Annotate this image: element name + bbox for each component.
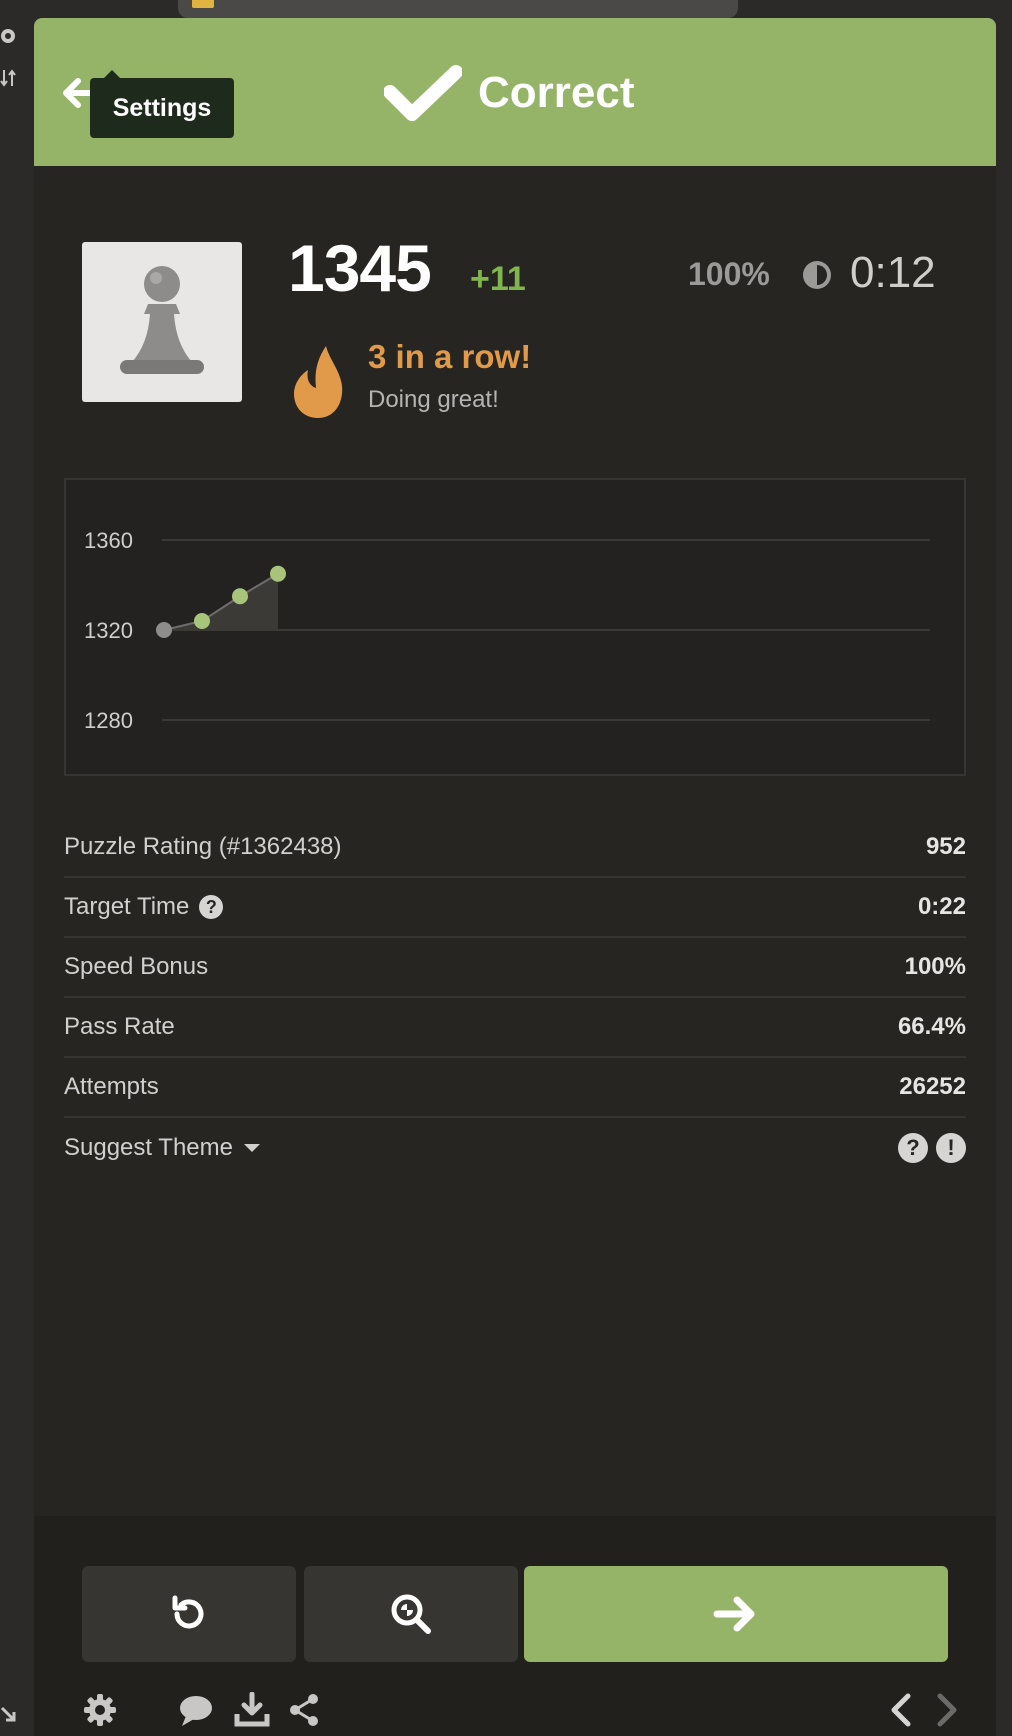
stat-row-target-time: Target Time ? 0:22 (64, 878, 966, 938)
help-icon[interactable]: ? (199, 895, 224, 919)
stat-label-wrap: Target Time ? (64, 893, 224, 921)
accuracy-percent: 100% (688, 256, 770, 292)
stat-value: 100% (904, 953, 966, 980)
pawn-icon (120, 266, 204, 374)
chart-y-tick-label: 1320 (84, 618, 133, 643)
solve-timer: 0:12 (850, 248, 936, 297)
puzzle-stats: Puzzle Rating (#1362438) 952 Target Time… (64, 818, 966, 1178)
suggest-theme-row: Suggest Theme ? ! (64, 1118, 966, 1178)
suggest-theme-dropdown[interactable]: Suggest Theme (64, 1134, 261, 1162)
help-icon[interactable]: ? (898, 1133, 928, 1163)
left-toolbar (0, 0, 34, 1736)
theme-actions: ? ! (898, 1133, 966, 1163)
resize-icon[interactable] (0, 1704, 20, 1728)
action-footer (34, 1516, 996, 1736)
chart-point (232, 588, 248, 605)
stat-row-speed-bonus: Speed Bonus 100% (64, 938, 966, 998)
streak-subtitle: Doing great! (368, 386, 499, 413)
stat-label: Attempts (64, 1073, 159, 1100)
chart-point (156, 622, 172, 638)
next-puzzle-button[interactable] (524, 1566, 948, 1662)
stat-label: Target Time (64, 893, 190, 920)
stat-row-pass-rate: Pass Rate 66.4% (64, 998, 966, 1058)
streak-title: 3 in a row! (368, 338, 532, 375)
chevron-right-icon[interactable] (928, 1692, 964, 1728)
caret-down-icon (244, 1144, 260, 1152)
rating-chart: 1360 1320 1280 (64, 478, 966, 776)
puzzle-panel: Correct Settings 1345 +11 100% 0:12 3 in… (34, 18, 996, 1736)
stat-row-attempts: Attempts 26252 (64, 1058, 966, 1118)
download-icon[interactable] (234, 1692, 270, 1728)
avatar (82, 242, 242, 402)
analysis-button[interactable] (304, 1566, 518, 1662)
top-window-chip (178, 0, 738, 18)
chart-y-tick-label: 1360 (84, 528, 133, 553)
magnifier-icon (391, 1594, 431, 1634)
stat-value: 26252 (899, 1073, 966, 1100)
bottom-toolbar (82, 1692, 957, 1732)
report-icon[interactable]: ! (936, 1133, 966, 1163)
result-header: Correct Settings (34, 18, 996, 166)
rating-delta: +11 (470, 260, 526, 298)
stat-value: 66.4% (897, 1013, 966, 1040)
share-icon[interactable] (286, 1692, 322, 1728)
chart-area (164, 573, 278, 630)
settings-tooltip: Settings (90, 70, 234, 138)
gear-icon[interactable] (0, 24, 20, 48)
rating-chart-svg: 1360 1320 1280 (84, 528, 930, 733)
settings-gear-icon[interactable] (82, 1692, 118, 1728)
flip-board-icon[interactable] (0, 66, 20, 90)
chart-y-tick-label: 1280 (84, 708, 133, 733)
chat-icon[interactable] (178, 1692, 214, 1728)
stat-value: 0:22 (917, 893, 966, 920)
suggest-theme-label: Suggest Theme (64, 1134, 233, 1161)
retry-button[interactable] (82, 1566, 296, 1662)
half-circle-icon (803, 261, 831, 289)
stat-label: Pass Rate (64, 1013, 175, 1040)
stat-label: Puzzle Rating (#1362438) (64, 833, 342, 860)
window-mark (192, 0, 214, 8)
chart-point (270, 565, 286, 582)
flame-icon (294, 346, 343, 418)
result-title-wrap: Correct (384, 60, 635, 126)
stat-row-puzzle-rating: Puzzle Rating (#1362438) 952 (64, 818, 966, 878)
player-rating: 1345 (288, 231, 432, 305)
retry-icon (172, 1595, 204, 1629)
chart-point (194, 613, 210, 629)
chevron-left-icon[interactable] (884, 1692, 920, 1728)
arrow-right-icon (713, 1596, 755, 1632)
stat-label: Speed Bonus (64, 953, 209, 980)
checkmark-icon (384, 65, 462, 121)
result-title: Correct (478, 68, 635, 117)
stat-value: 952 (925, 833, 966, 860)
